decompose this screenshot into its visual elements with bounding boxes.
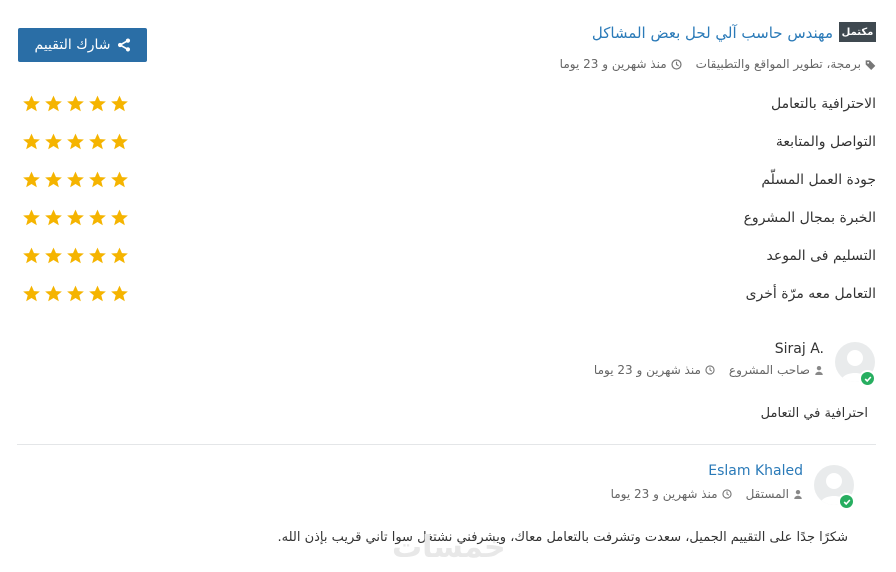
- star-icon: [67, 285, 84, 302]
- review-time: منذ شهرين و 23 يوما: [593, 363, 701, 377]
- star-icon: [67, 209, 84, 226]
- star-icon: [45, 133, 62, 150]
- criterion-label: التسليم فى الموعد: [766, 248, 877, 264]
- star-icon: [67, 247, 84, 264]
- star-icon: [89, 247, 106, 264]
- clock-icon: [721, 489, 732, 499]
- star-rating: [22, 246, 129, 266]
- star-icon: [23, 133, 40, 150]
- verified-badge-icon: [859, 370, 876, 387]
- user-icon: [794, 489, 802, 499]
- star-icon: [89, 95, 106, 112]
- project-title-link[interactable]: مهندس حاسب آلي لحل بعض المشاكل: [592, 22, 833, 44]
- user-icon: [815, 365, 823, 375]
- star-icon: [23, 95, 40, 112]
- star-icon: [23, 209, 40, 226]
- star-icon: [111, 209, 128, 226]
- reply-text: شكرًا جدًا على التقييم الجميل، سعدت وتشر…: [277, 530, 848, 545]
- tag-icon: [865, 59, 876, 70]
- clock-icon: [671, 58, 682, 70]
- divider: [17, 444, 876, 445]
- star-icon: [89, 133, 106, 150]
- star-icon: [111, 285, 128, 302]
- star-rating: [22, 284, 129, 304]
- star-rating: [22, 170, 129, 190]
- star-icon: [45, 209, 62, 226]
- clock-icon: [705, 365, 715, 375]
- star-icon: [45, 171, 62, 188]
- star-icon: [67, 133, 84, 150]
- criterion-label: التعامل معه مرّة أخرى: [745, 286, 876, 302]
- star-icon: [23, 285, 40, 302]
- reply-time: منذ شهرين و 23 يوما: [610, 487, 718, 501]
- criterion-label: الاحترافية بالتعامل: [770, 96, 876, 112]
- project-time: منذ شهرين و 23 يوما: [559, 57, 667, 71]
- reviewer-meta: صاحب المشروع منذ شهرين و 23 يوما: [594, 362, 824, 378]
- star-icon: [23, 171, 40, 188]
- star-icon: [89, 285, 106, 302]
- star-icon: [45, 285, 62, 302]
- star-icon: [23, 247, 40, 264]
- star-icon: [89, 171, 106, 188]
- reviewer-role: صاحب المشروع: [728, 363, 810, 377]
- star-rating: [22, 132, 129, 152]
- share-icon: [117, 38, 130, 52]
- watermark-logo: خمسات: [392, 530, 506, 565]
- star-rating: [22, 208, 129, 228]
- share-button-label: شارك التقييم: [34, 37, 111, 53]
- review-text: احترافية في التعامل: [760, 406, 868, 421]
- criterion-label: الخبرة بمجال المشروع: [743, 210, 876, 226]
- share-review-button[interactable]: شارك التقييم: [18, 28, 147, 62]
- star-icon: [45, 247, 62, 264]
- freelancer-role: المستقل: [745, 487, 789, 501]
- star-icon: [111, 133, 128, 150]
- star-icon: [89, 209, 106, 226]
- star-rating: [22, 94, 129, 114]
- project-category[interactable]: برمجة، تطوير المواقع والتطبيقات: [696, 57, 861, 71]
- star-icon: [111, 247, 128, 264]
- reviewer-name[interactable]: Siraj A.: [775, 340, 824, 358]
- verified-badge-icon: [838, 493, 855, 510]
- status-badge: مكتمل: [839, 22, 876, 42]
- star-icon: [111, 95, 128, 112]
- criterion-label: التواصل والمتابعة: [775, 134, 876, 150]
- freelancer-name-link[interactable]: Eslam Khaled: [708, 462, 803, 480]
- freelancer-meta: المستقل منذ شهرين و 23 يوما: [611, 486, 803, 502]
- project-meta: برمجة، تطوير المواقع والتطبيقات منذ شهري…: [560, 55, 876, 73]
- star-icon: [67, 171, 84, 188]
- star-icon: [45, 95, 62, 112]
- criterion-label: جودة العمل المسلّم: [761, 172, 876, 188]
- star-icon: [111, 171, 128, 188]
- star-icon: [67, 95, 84, 112]
